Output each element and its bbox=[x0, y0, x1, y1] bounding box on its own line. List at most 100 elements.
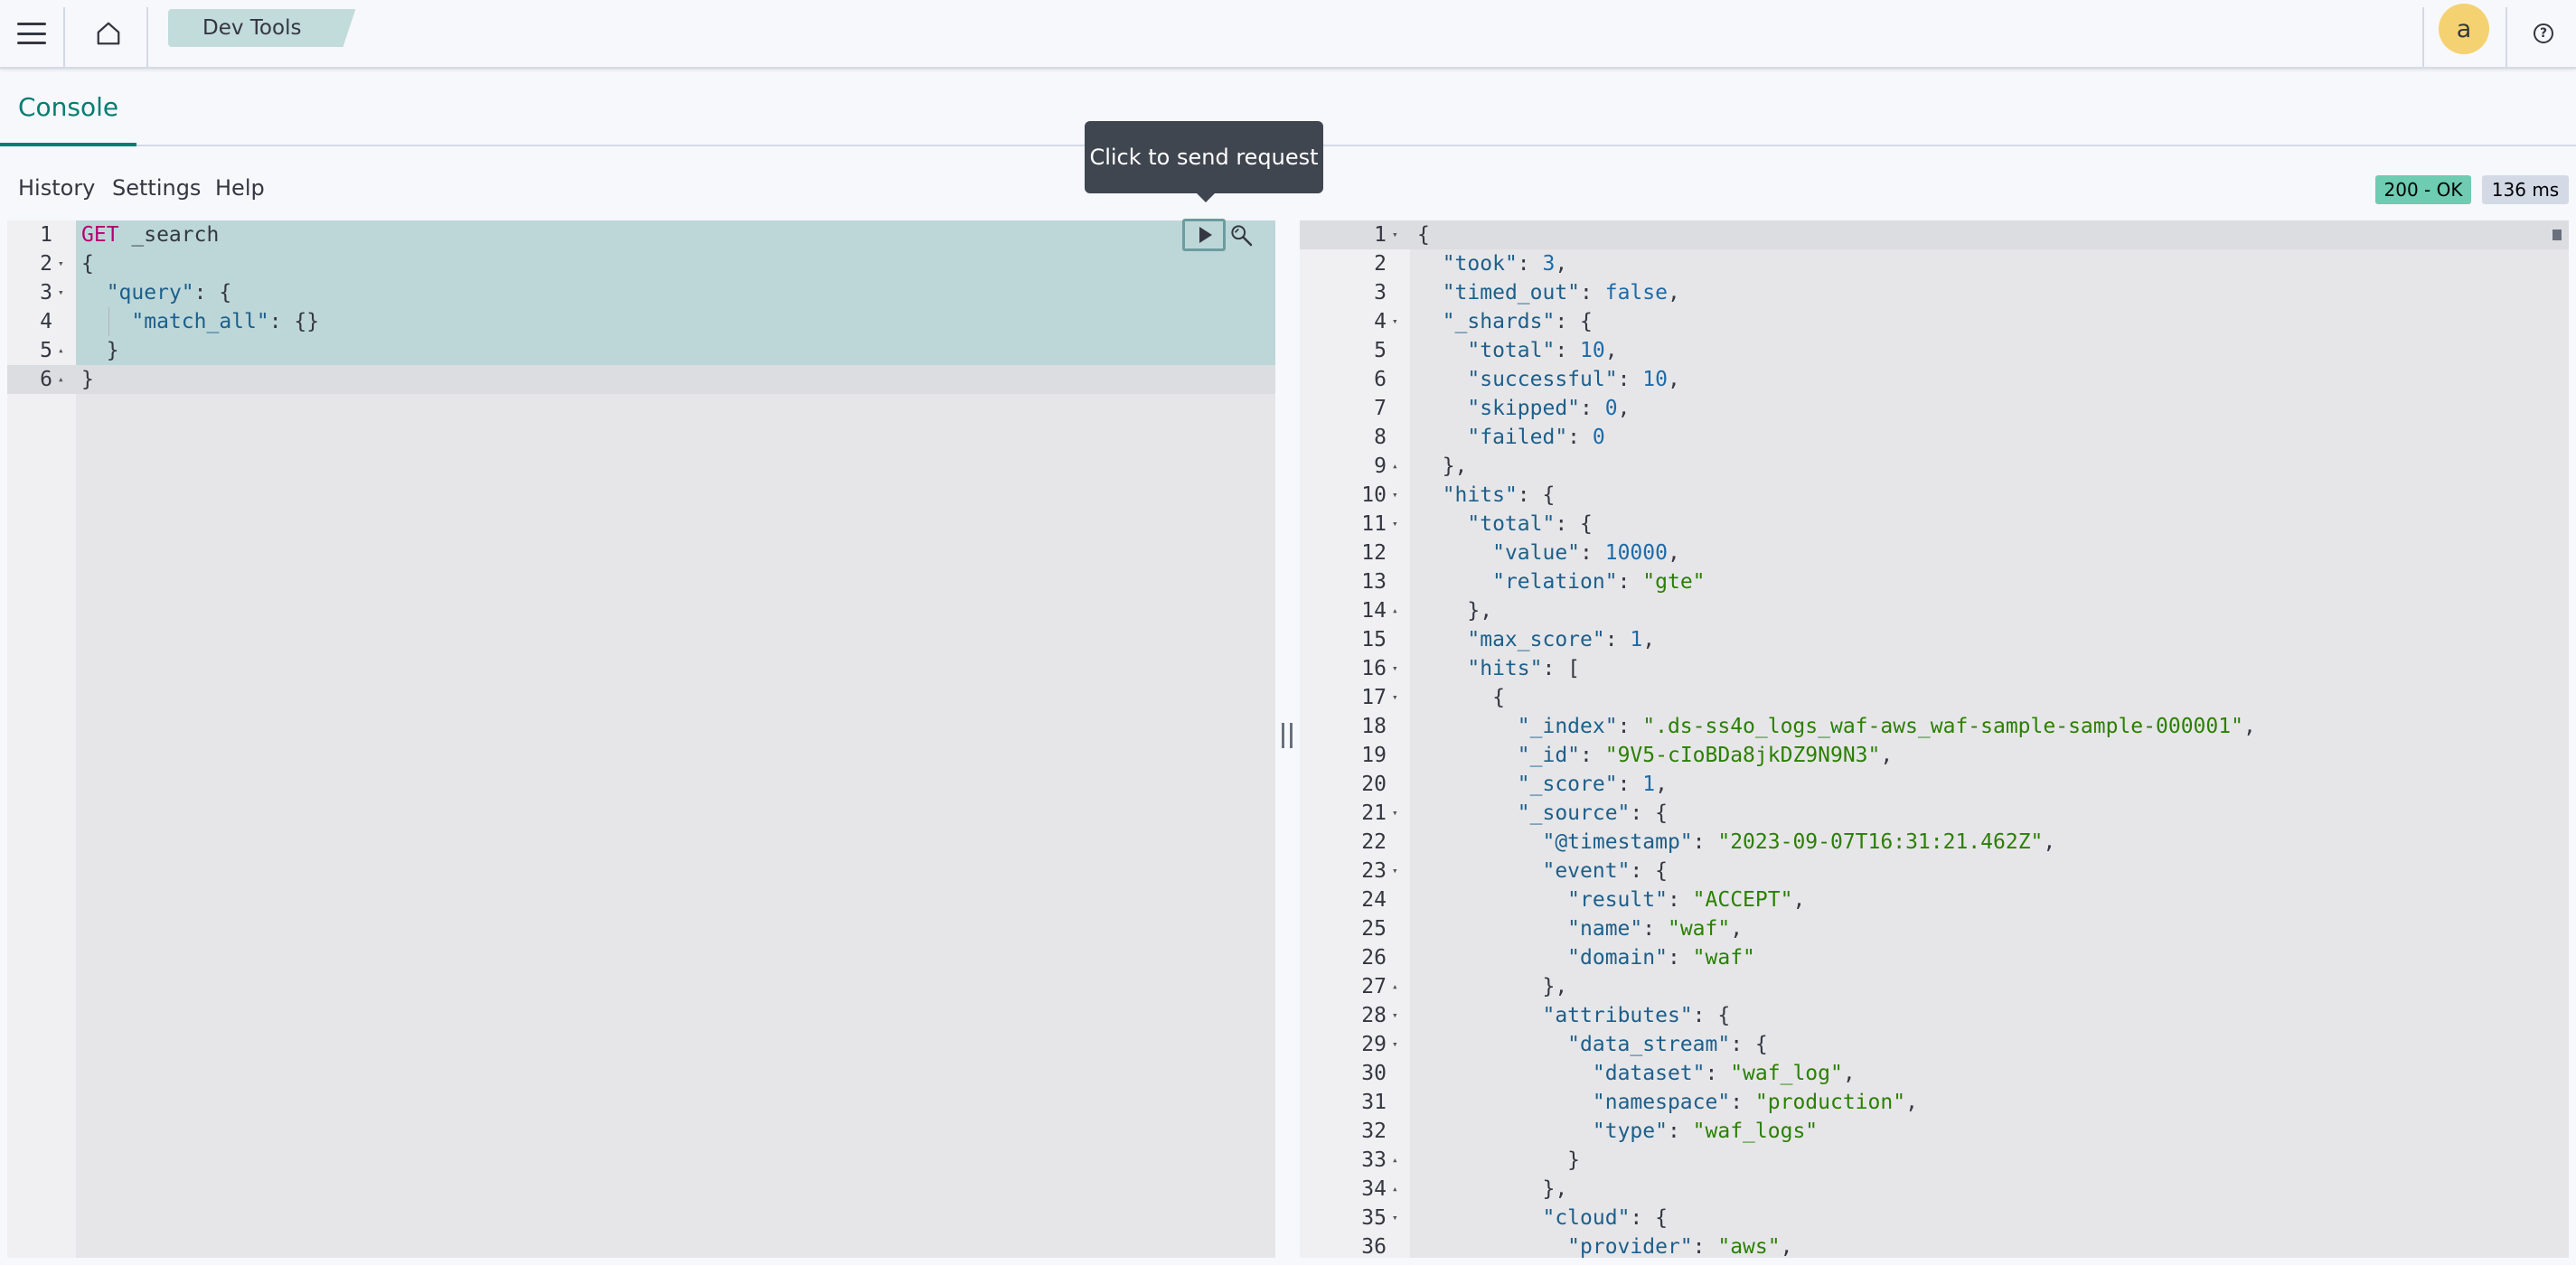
history-link[interactable]: History bbox=[18, 175, 95, 201]
code-line: 31 "namespace": "production", bbox=[1300, 1088, 2569, 1117]
line-number: 4 bbox=[1374, 310, 1387, 333]
fold-close-icon[interactable]: ▴ bbox=[1392, 596, 1398, 625]
response-lines: 1 ▾{2 "took": 3, 3 "timed_out": false, 4 ▾ "… bbox=[1300, 220, 2569, 1258]
line-number: 5 bbox=[40, 339, 52, 362]
line-number: 6 bbox=[1374, 368, 1387, 391]
code-line: 20 "_score": 1, bbox=[1300, 770, 2569, 799]
code-text: }, bbox=[1417, 454, 1468, 478]
fold-open-icon[interactable]: ▾ bbox=[1392, 1001, 1398, 1030]
line-number: 34 bbox=[1361, 1177, 1387, 1201]
help-icon: ? bbox=[2534, 23, 2553, 43]
fold-close-icon[interactable]: ▴ bbox=[1392, 1175, 1398, 1204]
fold-open-icon[interactable]: ▾ bbox=[1392, 799, 1398, 828]
code-text: "relation": "gte" bbox=[1492, 570, 1706, 594]
fold-open-icon[interactable]: ▾ bbox=[58, 249, 64, 278]
fold-open-icon[interactable]: ▾ bbox=[1392, 1204, 1398, 1232]
line-number: 24 bbox=[1361, 888, 1387, 912]
code-text: "cloud": { bbox=[1542, 1206, 1668, 1230]
fold-open-icon[interactable]: ▾ bbox=[1392, 220, 1398, 249]
line-number: 1 bbox=[40, 223, 52, 247]
fold-open-icon[interactable]: ▾ bbox=[1392, 654, 1398, 683]
code-text: "timed_out": false, bbox=[1442, 281, 1680, 305]
code-text: "total": 10, bbox=[1467, 339, 1618, 362]
line-number: 14 bbox=[1361, 599, 1387, 623]
line-number: 27 bbox=[1361, 975, 1387, 998]
response-viewer[interactable]: 1 ▾{2 "took": 3, 3 "timed_out": false, 4 ▾ "… bbox=[1300, 220, 2569, 1258]
line-number: 4 bbox=[40, 310, 52, 333]
code-line: 34 ▴ }, bbox=[1300, 1175, 2569, 1204]
line-number: 23 bbox=[1361, 859, 1387, 883]
fold-close-icon[interactable]: ▴ bbox=[1392, 1146, 1398, 1175]
code-text: "total": { bbox=[1467, 512, 1593, 536]
help-button[interactable]: ? bbox=[2511, 0, 2576, 67]
code-text: } bbox=[81, 339, 119, 362]
settings-link[interactable]: Settings bbox=[112, 175, 201, 201]
code-line: 1 GET _search bbox=[7, 220, 1275, 249]
fold-open-icon[interactable]: ▾ bbox=[1392, 857, 1398, 886]
code-line: 12 "value": 10000, bbox=[1300, 539, 2569, 567]
code-text: "event": { bbox=[1542, 859, 1668, 883]
code-line: 2 ▾ { bbox=[7, 249, 1275, 278]
line-number: 26 bbox=[1361, 946, 1387, 970]
code-text: "dataset": "waf_log", bbox=[1592, 1062, 1856, 1085]
line-number: 1 bbox=[1374, 223, 1387, 247]
code-text: "hits": { bbox=[1442, 483, 1556, 507]
code-line: 21 ▾ "_source": { bbox=[1300, 799, 2569, 828]
play-icon bbox=[1199, 227, 1212, 243]
help-link[interactable]: Help bbox=[215, 175, 265, 201]
line-number: 28 bbox=[1361, 1004, 1387, 1027]
line-number: 30 bbox=[1361, 1062, 1387, 1085]
line-number: 31 bbox=[1361, 1091, 1387, 1114]
user-avatar[interactable]: a bbox=[2439, 4, 2489, 54]
line-number: 18 bbox=[1361, 715, 1387, 738]
line-number: 17 bbox=[1361, 686, 1387, 709]
code-line: 15 "max_score": 1, bbox=[1300, 625, 2569, 654]
fold-open-icon[interactable]: ▾ bbox=[1392, 1030, 1398, 1059]
code-line: 36 "provider": "aws", bbox=[1300, 1232, 2569, 1258]
request-lines: 1 GET _search 2 ▾{3 ▾ "query": {4 "match_all… bbox=[7, 220, 1275, 394]
line-number: 3 bbox=[1374, 281, 1387, 305]
code-line: 3 ▾ "query": { bbox=[7, 278, 1275, 307]
code-line: 28 ▾ "attributes": { bbox=[1300, 1001, 2569, 1030]
fold-open-icon[interactable]: ▾ bbox=[58, 278, 64, 307]
send-request-button[interactable] bbox=[1182, 219, 1226, 251]
menu-button[interactable] bbox=[0, 0, 63, 67]
code-line: 10 ▾ "hits": { bbox=[1300, 481, 2569, 510]
code-line: 29 ▾ "data_stream": { bbox=[1300, 1030, 2569, 1059]
code-text: "query": { bbox=[106, 281, 232, 305]
fold-open-icon[interactable]: ▾ bbox=[1392, 683, 1398, 712]
code-line: 26 "domain": "waf" bbox=[1300, 943, 2569, 972]
request-editor[interactable]: 1 GET _search 2 ▾{3 ▾ "query": {4 "match_all… bbox=[7, 220, 1275, 1258]
code-line: 4 "match_all": {} bbox=[7, 307, 1275, 336]
code-line: 32 "type": "waf_logs" bbox=[1300, 1117, 2569, 1146]
header-divider bbox=[2505, 7, 2507, 67]
breadcrumb-dev-tools[interactable]: Dev Tools bbox=[168, 9, 355, 47]
code-text: "max_score": 1, bbox=[1467, 628, 1656, 651]
pane-resizer[interactable] bbox=[1282, 723, 1293, 748]
code-line: 8 "failed": 0 bbox=[1300, 423, 2569, 452]
code-text: "hits": [ bbox=[1467, 657, 1581, 680]
request-options-button[interactable] bbox=[1226, 220, 1258, 251]
fold-open-icon[interactable]: ▾ bbox=[1392, 510, 1398, 539]
code-line: 13 "relation": "gte" bbox=[1300, 567, 2569, 596]
code-text: "took": 3, bbox=[1442, 252, 1568, 276]
code-line: 3 "timed_out": false, bbox=[1300, 278, 2569, 307]
fold-close-icon[interactable]: ▴ bbox=[58, 336, 64, 365]
top-header: Dev Tools a ? bbox=[0, 0, 2576, 69]
fold-close-icon[interactable]: ▴ bbox=[58, 365, 64, 394]
home-button[interactable] bbox=[80, 0, 137, 67]
tab-console[interactable]: Console bbox=[0, 70, 137, 146]
code-text: }, bbox=[1417, 599, 1493, 623]
fold-open-icon[interactable]: ▾ bbox=[1392, 307, 1398, 336]
code-text: } bbox=[1417, 1148, 1581, 1172]
code-line: 6 "successful": 10, bbox=[1300, 365, 2569, 394]
fold-close-icon[interactable]: ▴ bbox=[1392, 972, 1398, 1001]
header-divider bbox=[63, 7, 65, 67]
code-text: "attributes": { bbox=[1542, 1004, 1731, 1027]
response-scrollbar[interactable] bbox=[2552, 230, 2562, 240]
line-number: 16 bbox=[1361, 657, 1387, 680]
fold-close-icon[interactable]: ▴ bbox=[1392, 452, 1398, 481]
code-text: "match_all": {} bbox=[131, 310, 320, 333]
line-number: 5 bbox=[1374, 339, 1387, 362]
fold-open-icon[interactable]: ▾ bbox=[1392, 481, 1398, 510]
